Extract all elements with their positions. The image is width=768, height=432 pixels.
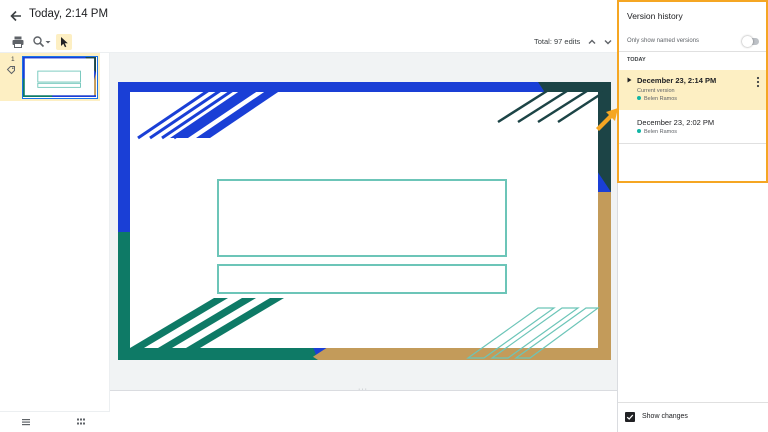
slide-thumbnail[interactable] bbox=[22, 56, 98, 99]
thumbnail-graphic bbox=[23, 57, 96, 97]
slide-thumbnail-row[interactable]: 1 bbox=[0, 53, 100, 101]
edit-tag-icon bbox=[6, 66, 15, 75]
author-name: Belen Ramos bbox=[644, 129, 678, 135]
version-item[interactable]: December 23, 2:02 PM Belen Ramos bbox=[619, 112, 768, 144]
author-color-dot bbox=[637, 129, 641, 133]
view-toggle-bar bbox=[0, 411, 110, 432]
previous-edit-icon[interactable] bbox=[586, 35, 598, 49]
cursor-icon bbox=[61, 37, 68, 48]
page-title: Today, 2:14 PM bbox=[29, 8, 109, 20]
panel-title: Version history bbox=[627, 11, 683, 21]
version-item-current[interactable]: December 23, 2:14 PM Current version Bel… bbox=[619, 70, 768, 110]
author-name: Belen Ramos bbox=[644, 96, 678, 102]
version-date: December 23, 2:02 PM bbox=[637, 118, 715, 127]
version-subtitle: Current version bbox=[637, 88, 675, 94]
slide-number: 1 bbox=[11, 56, 15, 63]
only-named-versions-label: Only show named versions bbox=[627, 38, 700, 44]
slide-preview bbox=[118, 82, 611, 360]
divider bbox=[618, 143, 768, 144]
show-changes-checkbox[interactable] bbox=[625, 412, 635, 422]
top-bar: Today, 2:14 PM bbox=[0, 0, 618, 31]
version-author: Belen Ramos bbox=[637, 96, 677, 102]
expand-caret-icon[interactable] bbox=[627, 77, 632, 83]
back-arrow-icon[interactable] bbox=[8, 8, 24, 24]
grid-view-icon[interactable] bbox=[76, 417, 86, 427]
section-label-today: TODAY bbox=[627, 57, 646, 63]
show-changes-label: Show changes bbox=[642, 413, 688, 420]
divider bbox=[618, 51, 768, 52]
divider bbox=[618, 402, 768, 403]
only-named-versions-toggle[interactable] bbox=[742, 36, 760, 47]
version-date: December 23, 2:14 PM bbox=[637, 76, 717, 85]
toolbar: Total: 97 edits bbox=[0, 31, 618, 53]
speaker-notes-area bbox=[110, 390, 618, 432]
print-icon[interactable] bbox=[11, 35, 25, 49]
more-options-icon[interactable] bbox=[755, 76, 761, 88]
checkmark-icon bbox=[626, 414, 634, 420]
toggle-knob bbox=[742, 36, 753, 47]
thumbnail-pane: 1 bbox=[0, 53, 110, 411]
author-color-dot bbox=[637, 96, 641, 100]
next-edit-icon[interactable] bbox=[602, 35, 614, 49]
list-view-icon[interactable] bbox=[21, 417, 31, 427]
select-tool-button[interactable] bbox=[56, 34, 72, 50]
callout-arrow-icon bbox=[596, 108, 618, 131]
total-edits: Total: 97 edits bbox=[534, 37, 581, 46]
zoom-dropdown-icon[interactable] bbox=[44, 35, 52, 49]
version-author: Belen Ramos bbox=[637, 129, 677, 135]
version-history-panel: Version history Only show named versions… bbox=[617, 0, 768, 432]
